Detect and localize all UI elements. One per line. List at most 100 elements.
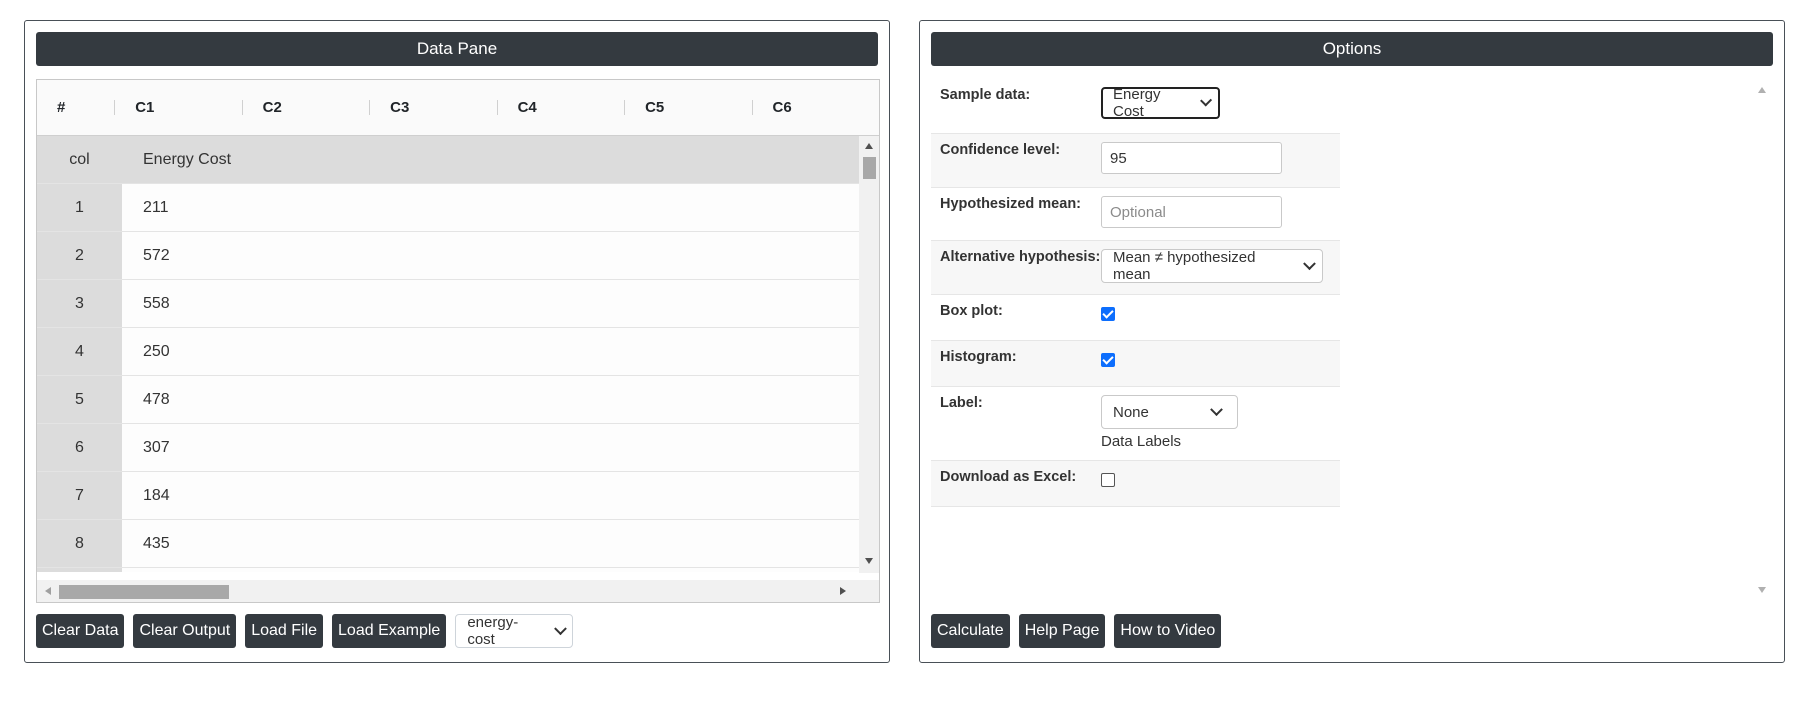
- table-row: 5 478: [37, 376, 859, 424]
- example-select-value: energy-cost: [467, 614, 519, 648]
- alternative-hypothesis-label: Alternative hypothesis:: [940, 249, 1101, 265]
- data-cell[interactable]: 250: [122, 328, 859, 375]
- sample-data-label: Sample data:: [940, 87, 1031, 103]
- option-row-alternative: Alternative hypothesis: Mean ≠ hypothesi…: [931, 241, 1340, 295]
- row-number: 1: [37, 184, 122, 231]
- download-excel-checkbox[interactable]: [1101, 473, 1115, 487]
- load-file-button[interactable]: Load File: [245, 614, 324, 648]
- sample-data-value: Energy Cost: [1113, 86, 1161, 120]
- options-scrollbar[interactable]: [1752, 79, 1772, 603]
- label-label: Label:: [940, 395, 983, 411]
- options-panel: Options Sample data: Energy Cost Confide…: [919, 20, 1785, 663]
- option-row-label: Label: None Data Labels: [931, 387, 1340, 461]
- chevron-down-icon: [1209, 402, 1223, 416]
- download-excel-label: Download as Excel:: [940, 469, 1077, 485]
- option-row-histogram: Histogram:: [931, 341, 1340, 387]
- scroll-thumb[interactable]: [863, 157, 876, 179]
- histogram-checkbox[interactable]: [1101, 353, 1115, 367]
- table-row: [37, 568, 859, 572]
- table-row: 2 572: [37, 232, 859, 280]
- grid-body: col Energy Cost 1 211 2 572 3 558 4 250 …: [37, 136, 859, 572]
- row-number: 6: [37, 424, 122, 471]
- how-to-video-button[interactable]: How to Video: [1114, 614, 1222, 648]
- column-header-c4[interactable]: C4: [496, 80, 624, 135]
- column-header-c6[interactable]: C6: [751, 80, 879, 135]
- option-row-hypothesized-mean: Hypothesized mean: Optional: [931, 188, 1340, 241]
- example-select[interactable]: energy-cost: [455, 614, 574, 648]
- data-cell[interactable]: 211: [122, 184, 859, 231]
- option-row-box-plot: Box plot:: [931, 295, 1340, 341]
- scroll-up-icon[interactable]: [1758, 87, 1766, 93]
- row-number: 8: [37, 520, 122, 567]
- scrollbar-corner: [859, 580, 879, 602]
- chevron-down-icon: [553, 621, 567, 635]
- chevron-down-icon: [1303, 256, 1316, 270]
- histogram-label: Histogram:: [940, 349, 1017, 365]
- data-labels-caption: Data Labels: [1101, 433, 1182, 450]
- column-name-cell[interactable]: Energy Cost: [122, 136, 859, 183]
- column-header-c2[interactable]: C2: [241, 80, 369, 135]
- column-header-c5[interactable]: C5: [624, 80, 751, 135]
- options-form: Sample data: Energy Cost Confidence leve…: [931, 79, 1754, 603]
- row-number: 3: [37, 280, 122, 327]
- hypothesized-mean-label: Hypothesized mean:: [940, 196, 1081, 212]
- scroll-left-icon[interactable]: [45, 587, 51, 595]
- option-row-confidence: Confidence level: 95: [931, 134, 1340, 188]
- table-row: col Energy Cost: [37, 136, 859, 184]
- options-title: Options: [931, 32, 1773, 66]
- data-pane-title: Data Pane: [36, 32, 878, 66]
- grid-horizontal-scrollbar[interactable]: [37, 580, 859, 602]
- data-cell[interactable]: 558: [122, 280, 859, 327]
- load-example-button[interactable]: Load Example: [332, 614, 447, 648]
- help-page-button[interactable]: Help Page: [1018, 614, 1106, 648]
- confidence-level-input[interactable]: 95: [1101, 142, 1282, 174]
- table-row: 4 250: [37, 328, 859, 376]
- box-plot-label: Box plot:: [940, 303, 1003, 319]
- calculate-button[interactable]: Calculate: [931, 614, 1010, 648]
- chevron-down-icon: [1199, 93, 1212, 107]
- options-toolbar: Calculate Help Page How to Video: [931, 614, 1230, 648]
- alternative-hypothesis-value: Mean ≠ hypothesized mean: [1113, 249, 1256, 283]
- label-select[interactable]: None: [1101, 395, 1238, 429]
- column-header-c3[interactable]: C3: [369, 80, 496, 135]
- data-cell[interactable]: 572: [122, 232, 859, 279]
- table-row: 3 558: [37, 280, 859, 328]
- hypothesized-mean-input[interactable]: Optional: [1101, 196, 1282, 228]
- label-select-value: None: [1113, 403, 1149, 421]
- sample-data-select[interactable]: Energy Cost: [1101, 86, 1220, 120]
- column-header-c1[interactable]: C1: [114, 80, 241, 135]
- table-row: 7 184: [37, 472, 859, 520]
- option-row-sample-data: Sample data: Energy Cost: [931, 79, 1340, 134]
- alternative-hypothesis-select[interactable]: Mean ≠ hypothesized mean: [1101, 249, 1323, 283]
- row-number: 4: [37, 328, 122, 375]
- scroll-right-icon[interactable]: [840, 587, 846, 595]
- data-cell[interactable]: 307: [122, 424, 859, 471]
- data-cell[interactable]: [122, 568, 859, 572]
- table-row: 6 307: [37, 424, 859, 472]
- data-grid[interactable]: # C1 C2 C3 C4 C5 C6 col Energy Cost 1 21…: [36, 79, 880, 603]
- scroll-down-icon[interactable]: [1758, 587, 1766, 593]
- data-pane-panel: Data Pane # C1 C2 C3 C4 C5 C6 col Energy…: [24, 20, 890, 663]
- data-cell[interactable]: 478: [122, 376, 859, 423]
- table-row: 8 435: [37, 520, 859, 568]
- box-plot-checkbox[interactable]: [1101, 307, 1115, 321]
- data-pane-toolbar: Clear Data Clear Output Load File Load E…: [36, 614, 574, 648]
- clear-data-button[interactable]: Clear Data: [36, 614, 125, 648]
- row-number: 2: [37, 232, 122, 279]
- data-cell[interactable]: 435: [122, 520, 859, 567]
- column-header-index[interactable]: #: [37, 80, 114, 135]
- table-row: 1 211: [37, 184, 859, 232]
- scroll-down-icon[interactable]: [865, 558, 873, 564]
- grid-vertical-scrollbar[interactable]: [859, 136, 879, 573]
- clear-output-button[interactable]: Clear Output: [133, 614, 237, 648]
- row-number: 5: [37, 376, 122, 423]
- confidence-level-label: Confidence level:: [940, 142, 1061, 158]
- scroll-thumb[interactable]: [59, 585, 229, 599]
- row-number: 7: [37, 472, 122, 519]
- row-header-label: col: [37, 136, 122, 183]
- data-cell[interactable]: 184: [122, 472, 859, 519]
- row-number: [37, 568, 122, 572]
- option-row-download: Download as Excel:: [931, 461, 1340, 507]
- scroll-up-icon[interactable]: [865, 143, 873, 149]
- grid-column-header: # C1 C2 C3 C4 C5 C6: [37, 80, 879, 136]
